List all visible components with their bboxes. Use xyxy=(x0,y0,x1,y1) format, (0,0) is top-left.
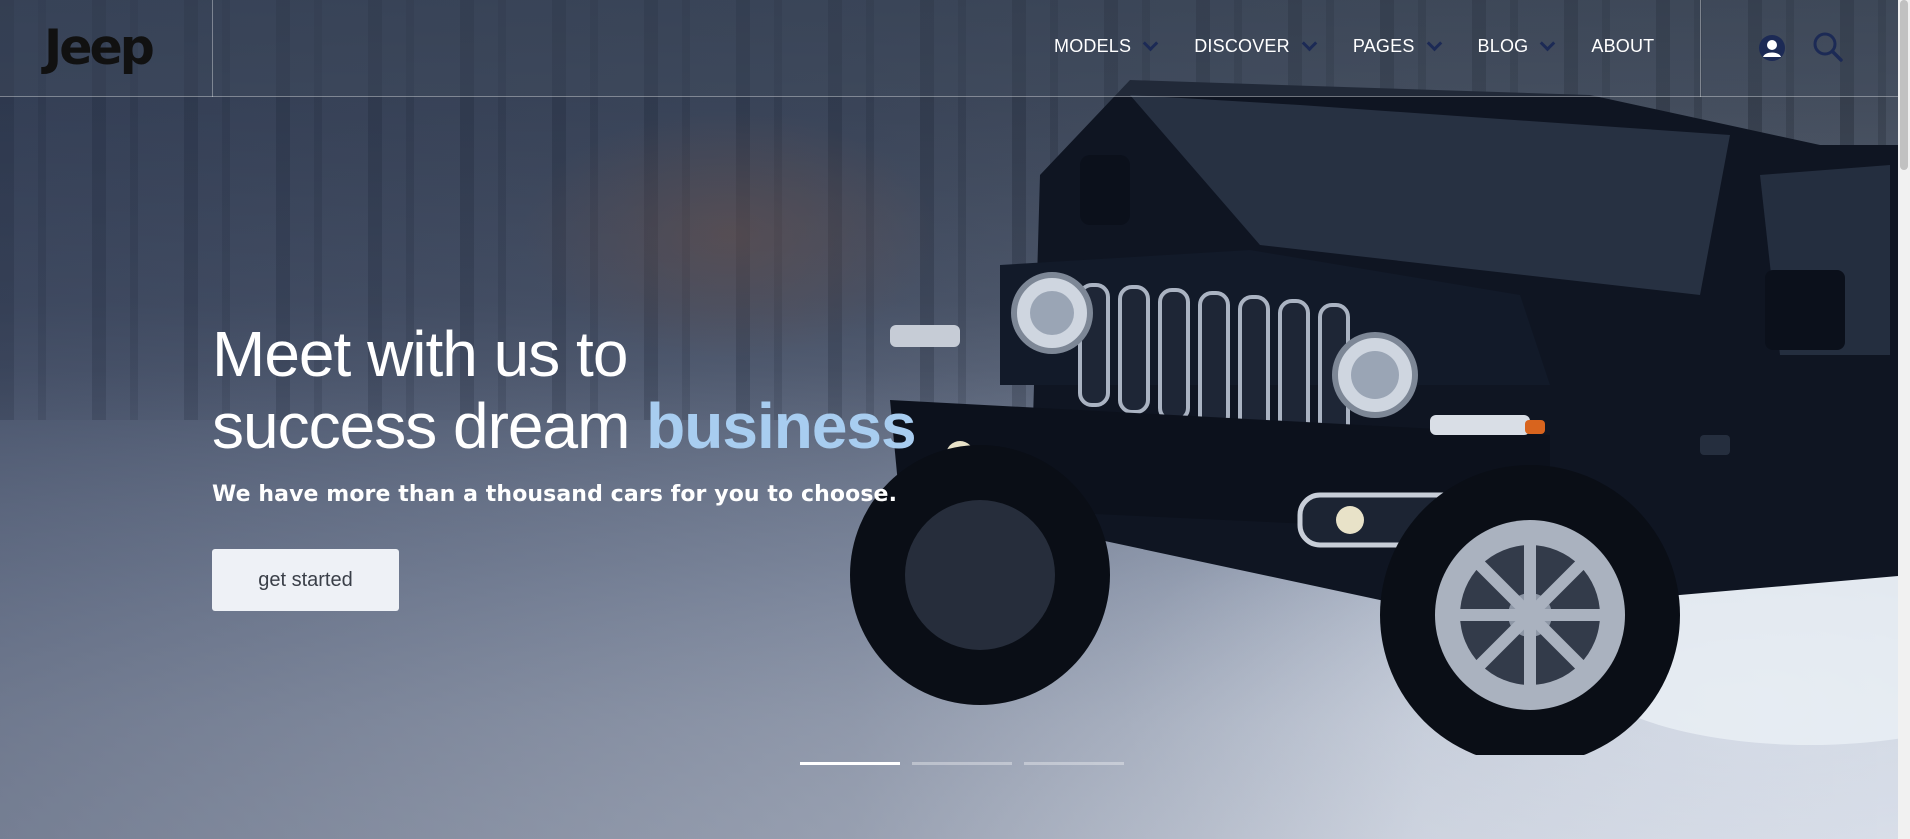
nav-item-discover[interactable]: DISCOVER xyxy=(1194,35,1318,57)
scrollbar-thumb[interactable] xyxy=(1900,0,1908,170)
nav-item-label: ABOUT xyxy=(1591,36,1655,56)
user-icon[interactable] xyxy=(1758,34,1786,62)
headline-line-1: Meet with us to xyxy=(212,318,628,390)
slider-indicators xyxy=(800,762,1136,765)
nav-divider xyxy=(1700,0,1701,97)
nav-item-blog[interactable]: BLOG xyxy=(1477,35,1556,57)
jeep-vehicle-image xyxy=(850,80,1898,755)
headline-line-2: success dream business xyxy=(212,390,917,462)
nav-item-label: PAGES xyxy=(1352,36,1415,56)
site-header: Jeep MODELS DISCOVER PAGES BLOG ABOUT xyxy=(0,0,1898,97)
nav-item-label: MODELS xyxy=(1054,36,1132,56)
hero-subheading: We have more than a thousand cars for yo… xyxy=(212,482,898,507)
hero-headline: Meet with us to success dream business xyxy=(212,318,917,462)
chevron-down-icon xyxy=(1540,35,1556,52)
jeep-logo[interactable]: Jeep xyxy=(44,18,155,78)
headline-line-2-text: success dream xyxy=(212,390,647,462)
main-nav: MODELS DISCOVER PAGES BLOG ABOUT xyxy=(1054,35,1654,57)
search-icon[interactable] xyxy=(1812,31,1844,63)
nav-item-label: DISCOVER xyxy=(1194,36,1290,56)
chevron-down-icon xyxy=(1301,35,1318,52)
nav-item-models[interactable]: MODELS xyxy=(1054,35,1159,57)
chevron-down-icon xyxy=(1426,35,1442,52)
slide-indicator-1[interactable] xyxy=(800,762,900,765)
headline-accent: business xyxy=(646,390,916,462)
page-scrollbar[interactable] xyxy=(1898,0,1910,839)
slide-indicator-2[interactable] xyxy=(912,762,1012,765)
nav-item-about[interactable]: ABOUT xyxy=(1591,36,1654,57)
nav-item-label: BLOG xyxy=(1477,36,1529,56)
nav-item-pages[interactable]: PAGES xyxy=(1352,35,1442,57)
logo-divider xyxy=(212,0,213,97)
slide-indicator-3[interactable] xyxy=(1024,762,1124,765)
chevron-down-icon xyxy=(1142,35,1159,52)
get-started-button[interactable]: get started xyxy=(212,549,399,611)
